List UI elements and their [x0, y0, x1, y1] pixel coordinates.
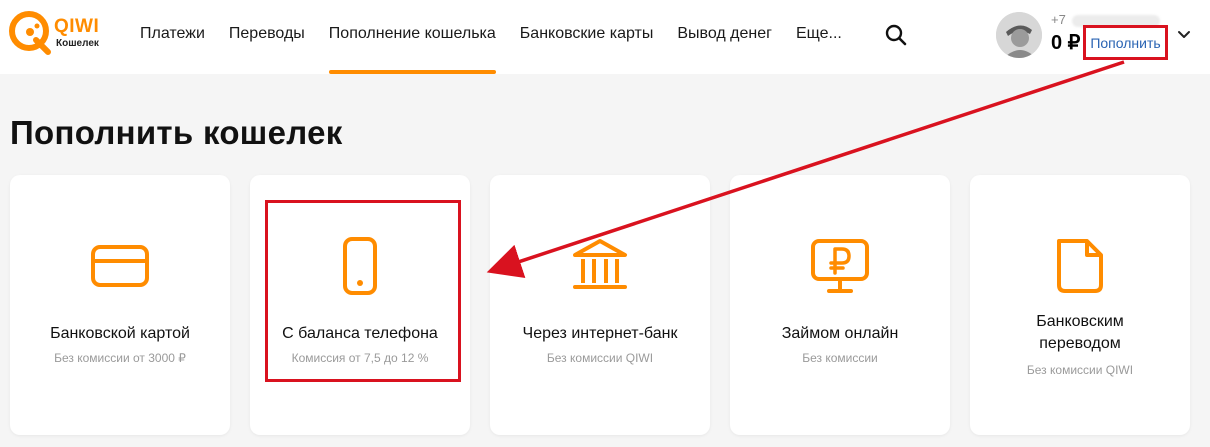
topup-card-bank-card[interactable]: Банковской картой Без комиссии от 3000 ₽ — [10, 175, 230, 435]
card-subtitle: Без комиссии QIWI — [1026, 363, 1134, 377]
ruble-monitor-icon — [811, 239, 869, 293]
highlight-box — [265, 200, 461, 382]
nav-item-topup[interactable]: Пополнение кошелька — [328, 0, 496, 74]
logo-brand: QIWI — [54, 16, 100, 37]
nav-item-transfers[interactable]: Переводы — [229, 0, 305, 74]
topup-card-internet-bank[interactable]: Через интернет-банк Без комиссии QIWI — [490, 175, 710, 435]
nav-item-withdraw[interactable]: Вывод денег — [677, 0, 772, 74]
page-title: Пополнить кошелек — [10, 114, 343, 151]
nav-item-payments[interactable]: Платежи — [140, 0, 205, 74]
qiwi-logo-icon — [9, 11, 51, 55]
card-icon — [91, 245, 149, 287]
avatar[interactable] — [996, 12, 1042, 58]
card-title: Через интернет-банк — [522, 325, 678, 342]
topup-card-bank-transfer[interactable]: Банковским переводом Без комиссии QIWI — [970, 175, 1190, 435]
card-subtitle: Без комиссии — [802, 351, 878, 365]
card-subtitle: Без комиссии от 3000 ₽ — [54, 351, 186, 365]
topup-link[interactable]: Пополнить — [1083, 25, 1168, 60]
user-avatar-icon — [996, 12, 1042, 58]
card-subtitle: Без комиссии QIWI — [546, 351, 654, 365]
topup-card-loan[interactable]: Займом онлайн Без комиссии — [730, 175, 950, 435]
phone-prefix: +7 — [1051, 12, 1066, 27]
logo-subtitle: Кошелек — [56, 38, 99, 49]
header: QIWI Кошелек Платежи Переводы Пополнение… — [0, 0, 1210, 74]
qiwi-logo[interactable]: QIWI Кошелек — [8, 10, 118, 60]
card-title: Банковской картой — [50, 325, 190, 342]
topup-methods: Банковской картой Без комиссии от 3000 ₽… — [10, 175, 1200, 435]
card-title: Банковским переводом — [1036, 313, 1124, 352]
nav-item-more[interactable]: Еще... — [796, 0, 842, 74]
account-balance: 0 ₽ — [1051, 32, 1081, 54]
card-title: Займом онлайн — [781, 325, 899, 342]
bank-icon — [573, 239, 627, 289]
main-nav: Платежи Переводы Пополнение кошелька Бан… — [128, 0, 854, 74]
document-icon — [1057, 239, 1103, 293]
search-icon[interactable] — [884, 23, 908, 47]
chevron-down-icon[interactable] — [1176, 26, 1192, 42]
nav-item-bank-cards[interactable]: Банковские карты — [520, 0, 654, 74]
